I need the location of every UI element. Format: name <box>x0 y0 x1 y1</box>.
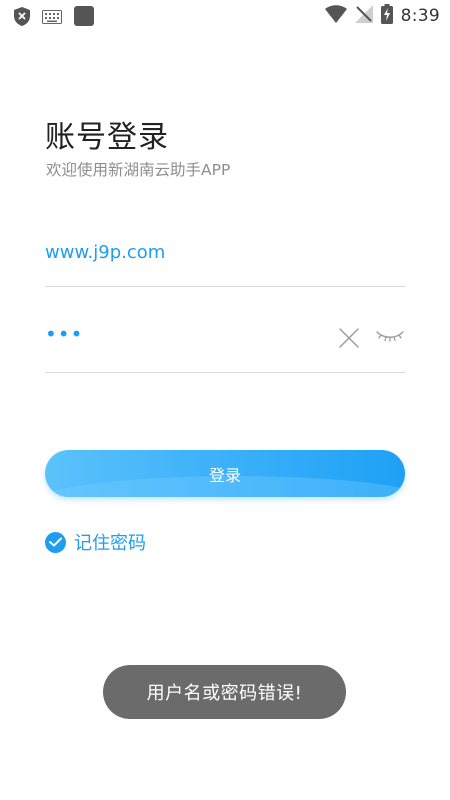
username-input-value[interactable]: www.j9p.com <box>45 242 165 263</box>
login-button-label: 登录 <box>208 465 241 485</box>
username-field[interactable]: www.j9p.com <box>45 232 405 287</box>
password-field[interactable]: ••• <box>45 318 405 373</box>
page-subtitle: 欢迎使用新湖南云助手APP <box>46 161 231 179</box>
clear-icon[interactable] <box>337 326 361 350</box>
battery-charging-icon <box>380 4 393 28</box>
status-bar: 8:39 <box>0 0 450 32</box>
no-signal-icon <box>354 5 373 27</box>
password-input-value[interactable]: ••• <box>45 322 83 346</box>
remember-password-label[interactable]: 记住密码 <box>74 529 146 555</box>
status-right-icons: 8:39 <box>324 4 440 28</box>
error-toast: 用户名或密码错误! <box>103 665 346 719</box>
shield-icon <box>14 6 30 30</box>
remember-password-checkbox[interactable]: 记住密码 <box>45 529 146 555</box>
status-left-icons <box>14 6 94 30</box>
checkmark-circle-icon[interactable] <box>45 531 66 553</box>
page-title: 账号登录 <box>45 120 169 155</box>
keyboard-icon <box>42 9 62 28</box>
app-square-icon <box>74 6 94 30</box>
wifi-icon <box>324 5 347 27</box>
login-button[interactable]: 登录 <box>45 450 405 497</box>
toast-message: 用户名或密码错误! <box>146 683 303 704</box>
eye-closed-icon[interactable] <box>375 326 405 348</box>
status-time: 8:39 <box>400 6 440 26</box>
